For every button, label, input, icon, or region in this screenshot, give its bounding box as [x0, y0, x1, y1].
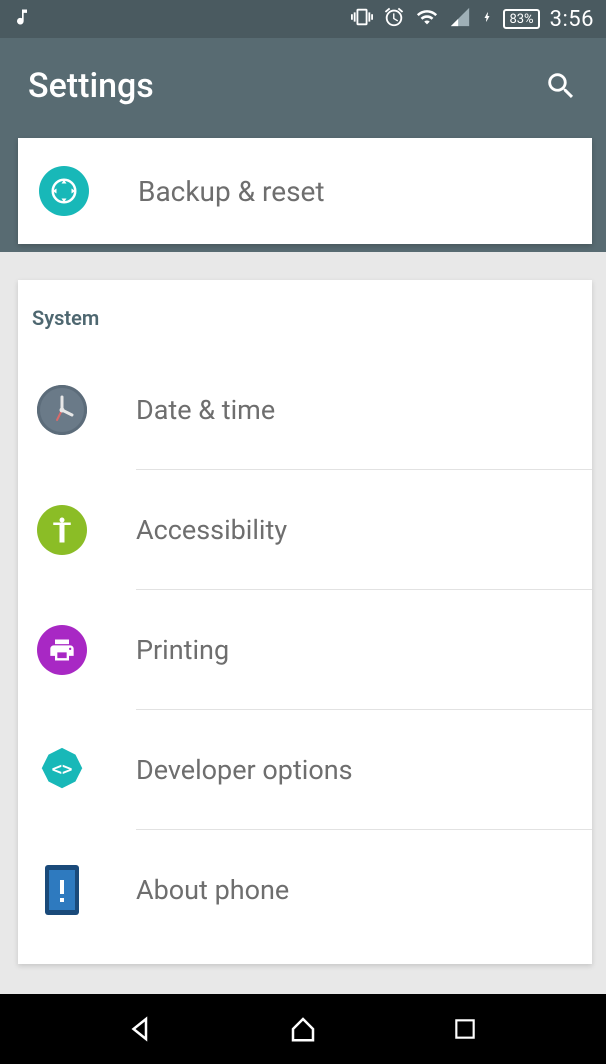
music-icon — [12, 6, 32, 33]
row-accessibility[interactable]: Accessibility — [18, 470, 592, 590]
row-label: About phone — [136, 874, 289, 906]
backup-reset-icon — [39, 166, 89, 216]
row-label: Developer options — [136, 754, 353, 786]
phone-icon — [44, 864, 80, 916]
row-developer-options[interactable]: <> Developer options — [18, 710, 592, 830]
row-backup-reset[interactable]: Backup & reset — [18, 138, 592, 244]
search-icon — [544, 69, 578, 103]
app-bar: Settings — [0, 38, 606, 133]
accessibility-icon — [37, 505, 87, 555]
wifi-icon — [415, 6, 439, 33]
row-label: Accessibility — [136, 514, 287, 546]
clock-text: 3:56 — [550, 7, 594, 32]
recents-icon — [452, 1016, 478, 1042]
home-icon — [288, 1014, 318, 1044]
battery-indicator: 83% — [503, 9, 539, 29]
row-about-phone[interactable]: About phone — [18, 830, 592, 950]
row-label: Date & time — [136, 394, 275, 426]
alarm-icon — [383, 6, 405, 33]
signal-icon — [449, 6, 471, 33]
row-label: Backup & reset — [138, 175, 325, 208]
page-title: Settings — [28, 66, 544, 106]
status-bar: 83% 3:56 — [0, 0, 606, 38]
navigation-bar — [0, 994, 606, 1064]
print-icon — [37, 625, 87, 675]
developer-icon: <> — [37, 745, 87, 795]
back-button[interactable] — [121, 1009, 161, 1049]
row-date-time[interactable]: Date & time — [18, 350, 592, 470]
charging-icon — [481, 6, 493, 33]
home-button[interactable] — [283, 1009, 323, 1049]
row-label: Printing — [136, 634, 229, 666]
svg-text:<>: <> — [52, 760, 73, 780]
section-title: System — [18, 306, 592, 350]
section-system: System Date & time Accessibility — [18, 280, 592, 964]
search-button[interactable] — [544, 69, 578, 103]
row-printing[interactable]: Printing — [18, 590, 592, 710]
back-icon — [126, 1014, 156, 1044]
recents-button[interactable] — [445, 1009, 485, 1049]
clock-icon — [37, 385, 87, 435]
vibrate-icon — [351, 6, 373, 33]
